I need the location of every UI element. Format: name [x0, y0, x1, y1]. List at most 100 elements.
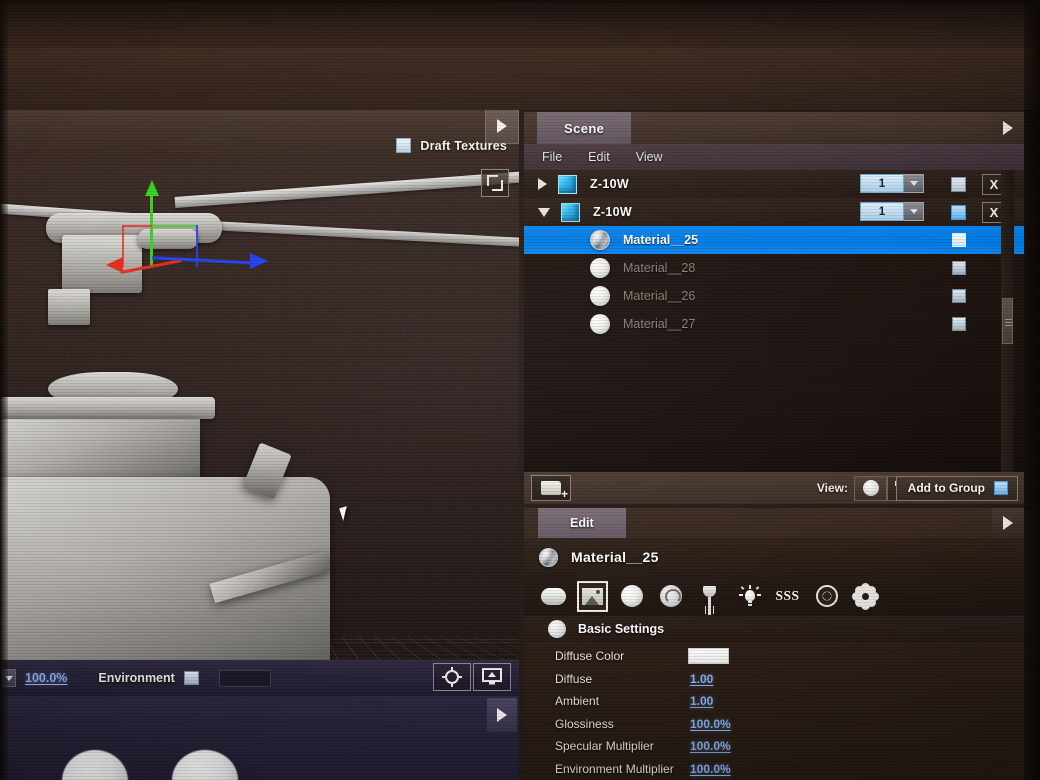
property-value[interactable]: 1.00	[690, 694, 713, 708]
textured-sphere-icon	[539, 547, 558, 567]
triangle-right-icon[interactable]	[538, 178, 547, 190]
draft-textures-checkbox[interactable]: Draft Textures	[396, 138, 507, 153]
display-mode-button[interactable]	[473, 663, 511, 691]
scene-panel-expand-button[interactable]	[992, 112, 1024, 144]
transform-gizmo[interactable]	[100, 177, 330, 287]
visibility-toggle-icon[interactable]	[952, 317, 966, 331]
texture-map-channel-icon[interactable]	[577, 580, 608, 612]
diffuse-color-swatch[interactable]	[688, 648, 729, 665]
textured-sphere-icon	[590, 230, 610, 250]
environment-field[interactable]	[218, 669, 271, 687]
instance-count-stepper[interactable]: 1	[860, 174, 924, 193]
list-item[interactable]: Material__26	[524, 282, 1024, 310]
translucency-channel-icon[interactable]	[811, 581, 842, 612]
white-sphere-icon	[590, 314, 610, 334]
gizmo-axis-y[interactable]	[145, 180, 159, 196]
table-row[interactable]: Z-10W 1 X	[524, 170, 1024, 198]
crosshair-target-icon	[442, 667, 462, 687]
chevron-down-icon[interactable]	[904, 202, 924, 221]
list-item[interactable]: Material__27	[524, 310, 1024, 338]
specular-channel-icon[interactable]	[616, 581, 647, 612]
crosshair-target-button[interactable]	[433, 663, 471, 691]
gizmo-axis-x[interactable]	[106, 257, 123, 273]
triangle-down-icon[interactable]	[538, 207, 550, 217]
table-row[interactable]: Ambient 1.00	[524, 690, 1024, 713]
cube-icon	[561, 202, 580, 222]
white-sphere-icon	[590, 258, 610, 278]
tab-edit[interactable]: Edit	[538, 508, 626, 538]
scene-panel: Scene File Edit View Z-10W 1 X Z-10W 1 X…	[524, 112, 1024, 504]
triangle-right-icon	[1003, 516, 1013, 530]
lens-reflection	[62, 750, 128, 780]
property-label: Glossiness	[555, 716, 614, 731]
scrollbar-thumb[interactable]	[1002, 298, 1013, 344]
menu-file[interactable]: File	[542, 150, 562, 164]
scene-tree-scrollbar[interactable]	[1001, 170, 1014, 472]
viewport-canvas[interactable]	[0, 157, 519, 670]
viewport-3d[interactable]: Draft Textures	[0, 108, 519, 670]
edit-panel-header: Material__25	[524, 538, 1024, 576]
edit-tabstrip: Edit	[524, 508, 1024, 538]
visibility-toggle-icon[interactable]	[951, 205, 966, 220]
app-toolbar	[0, 48, 1040, 110]
triangle-right-icon	[497, 708, 507, 722]
advanced-settings-gear-icon[interactable]	[850, 581, 881, 612]
table-row[interactable]: Specular Multiplier 100.0%	[524, 735, 1024, 758]
view-mode-sphere-button[interactable]	[854, 475, 887, 501]
environment-label: Environment	[98, 671, 175, 685]
property-value[interactable]: 100.0%	[690, 762, 731, 776]
scene-tree[interactable]: Z-10W 1 X Z-10W 1 X Material__25 Materia…	[524, 170, 1024, 472]
color-swatch-icon[interactable]	[183, 671, 199, 685]
visibility-toggle-icon[interactable]	[952, 261, 966, 275]
basic-settings-header[interactable]: Basic Settings	[524, 616, 1024, 642]
viewport-maximize-button[interactable]	[481, 169, 509, 197]
zoom-value[interactable]: 100.0%	[25, 671, 67, 685]
add-to-group-button[interactable]: Add to Group	[895, 475, 1018, 501]
object-name: Z-10W	[593, 205, 632, 219]
folder-plus-icon	[541, 481, 568, 500]
list-item[interactable]: Material__28	[524, 254, 1024, 282]
property-label: Diffuse	[555, 671, 593, 686]
diffuse-channel-icon[interactable]	[538, 581, 569, 612]
visibility-toggle-icon[interactable]	[952, 289, 966, 303]
sss-channel-icon[interactable]: SSS	[772, 581, 803, 612]
list-item[interactable]: Material__25	[524, 226, 1024, 254]
triangle-right-icon	[1003, 121, 1013, 135]
gizmo-axis-z[interactable]	[250, 253, 268, 269]
table-row[interactable]: Diffuse Color	[524, 645, 1024, 668]
table-row[interactable]: Diffuse 1.00	[524, 668, 1024, 691]
tab-scene[interactable]: Scene	[537, 112, 632, 144]
scene-menubar: File Edit View	[524, 144, 1024, 170]
material-name: Material__25	[623, 233, 699, 247]
edit-panel: Edit Material__25 SSS Basic Settings Dif…	[524, 508, 1024, 780]
instance-count-value[interactable]: 1	[860, 174, 904, 193]
instance-count-stepper[interactable]: 1	[860, 202, 924, 221]
reflection-channel-icon[interactable]	[655, 581, 686, 612]
new-folder-button[interactable]	[531, 475, 571, 501]
visibility-toggle-icon[interactable]	[952, 233, 966, 247]
view-label: View:	[816, 481, 848, 495]
emissive-lightbulb-icon[interactable]	[733, 581, 764, 612]
white-sphere-icon	[590, 286, 610, 306]
property-value[interactable]: 1.00	[690, 672, 713, 686]
object-name: Z-10W	[590, 177, 629, 191]
property-value[interactable]: 100.0%	[690, 739, 731, 753]
instance-count-value[interactable]: 1	[860, 202, 904, 221]
chevron-down-icon[interactable]	[904, 174, 924, 193]
visibility-toggle-icon[interactable]	[951, 177, 966, 192]
property-value[interactable]: 100.0%	[690, 717, 731, 731]
menu-view[interactable]: View	[636, 150, 663, 164]
menu-edit[interactable]: Edit	[588, 150, 610, 164]
sss-label: SSS	[775, 588, 800, 603]
lens-reflection	[172, 750, 238, 780]
transparency-glass-icon[interactable]	[694, 581, 725, 612]
edit-panel-expand-button[interactable]	[992, 508, 1024, 538]
table-row[interactable]: Glossiness 100.0%	[524, 713, 1024, 736]
material-property-list: Diffuse Color Diffuse 1.00 Ambient 1.00 …	[524, 642, 1024, 780]
table-row[interactable]: Environment Multiplier 100.0%	[524, 758, 1024, 780]
table-row[interactable]: Z-10W 1 X	[524, 198, 1024, 226]
viewport-lower-strip	[0, 696, 519, 780]
sphere-view-icon	[862, 480, 879, 496]
triangle-right-icon	[497, 119, 507, 133]
lower-panel-expand-button[interactable]	[487, 698, 517, 732]
